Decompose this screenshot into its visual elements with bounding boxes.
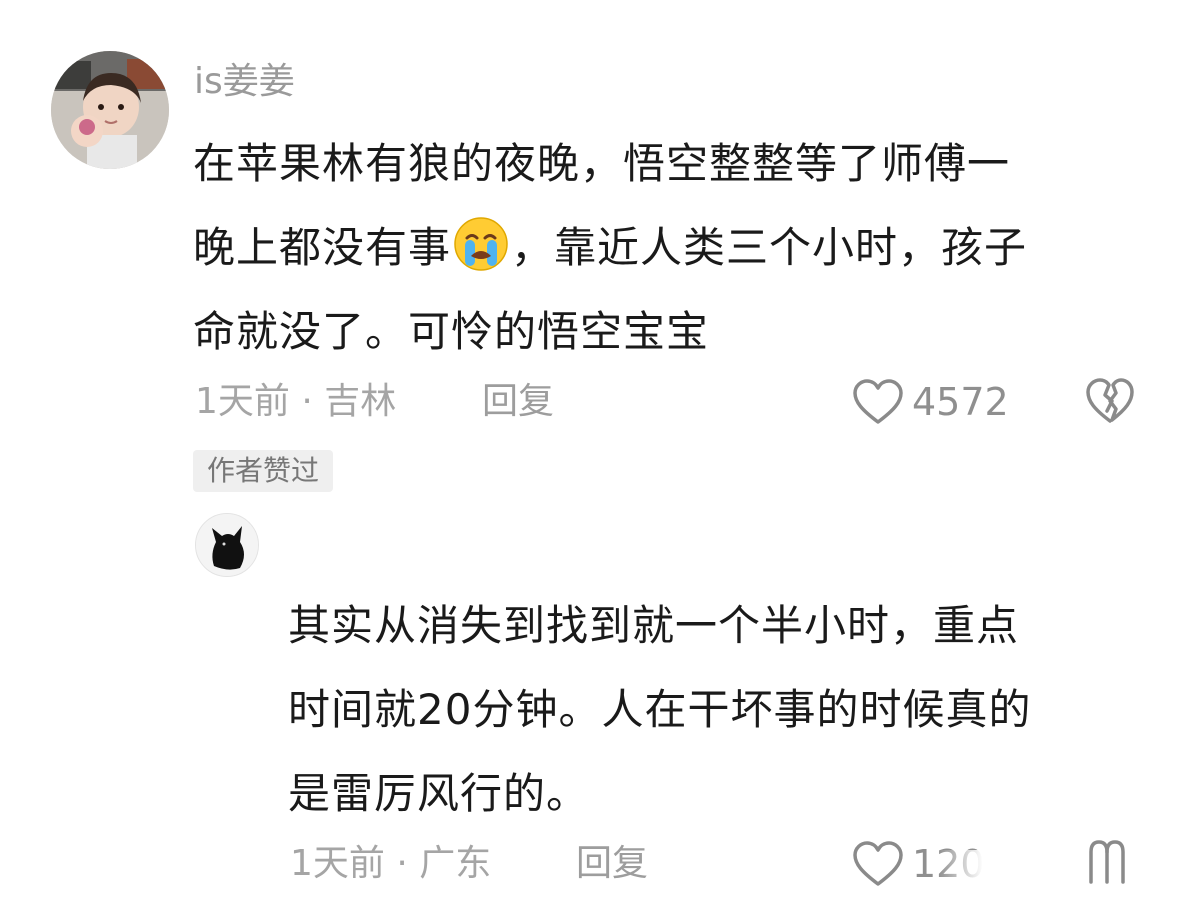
like-button[interactable]: 4572 <box>852 376 1009 428</box>
reply-line: 时间就20分钟。人在干坏事的时候真的 <box>288 685 1032 734</box>
reply-meta: 1天前 · 广东 <box>290 843 492 884</box>
comment-line-part: ，靠近人类三个小时，孩子 <box>511 223 1028 272</box>
cat-silhouette-avatar-image <box>196 514 258 576</box>
reply-button[interactable]: 回复 <box>482 378 554 426</box>
child-avatar-image <box>51 51 169 169</box>
broken-heart-icon <box>1089 840 1125 884</box>
comment-line: 在苹果林有狼的夜晚，悟空整整等了师傅一 <box>193 139 1011 188</box>
username[interactable]: is姜姜 <box>194 58 295 106</box>
reply-avatar[interactable] <box>195 513 259 577</box>
comment-text: 在苹果林有狼的夜晚，悟空整整等了师傅一 晚上都没有事 ，靠近人类三个小时，孩子 … <box>193 122 1153 374</box>
comment-line: 命就没了。可怜的悟空宝宝 <box>193 307 710 356</box>
like-count: 4572 <box>912 380 1009 424</box>
dislike-button[interactable] <box>1085 838 1135 890</box>
heart-icon <box>853 379 903 424</box>
comment-meta: 1天前 · 吉林 <box>195 381 397 422</box>
broken-heart-icon <box>1086 378 1134 423</box>
reply-button[interactable]: 回复 <box>576 840 648 888</box>
dislike-button[interactable] <box>1085 377 1135 429</box>
reply-text: 其实从消失到找到就一个半小时，重点 时间就20分钟。人在干坏事的时候真的 是雷厉… <box>288 584 1168 836</box>
reply-line: 是雷厉风行的。 <box>288 769 590 818</box>
avatar[interactable] <box>51 51 169 169</box>
heart-icon <box>853 841 903 886</box>
watermark-overlay <box>938 850 1088 902</box>
reply-line: 其实从消失到找到就一个半小时，重点 <box>288 601 1020 650</box>
author-liked-badge: 作者赞过 <box>193 450 334 492</box>
comment-line-part: 晚上都没有事 <box>193 223 452 272</box>
crying-face-icon <box>453 216 509 272</box>
comment-line-with-emoji: 晚上都没有事 ，靠近人类三个小时，孩子 <box>193 206 1153 290</box>
